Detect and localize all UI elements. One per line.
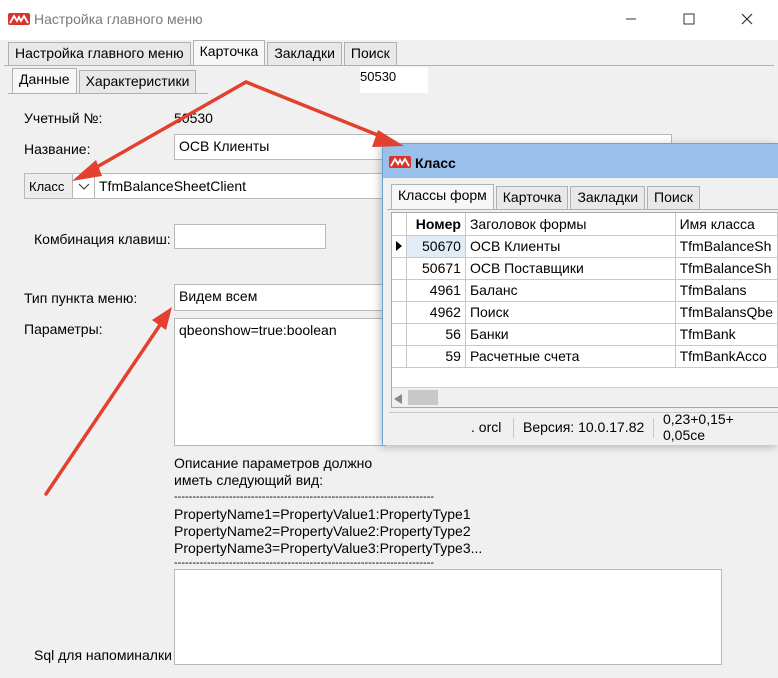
arrow-to-params [44,307,172,496]
annotation-arrows [44,80,404,496]
arrow-to-dialog [244,80,404,147]
arrow-to-class-field [72,80,248,181]
